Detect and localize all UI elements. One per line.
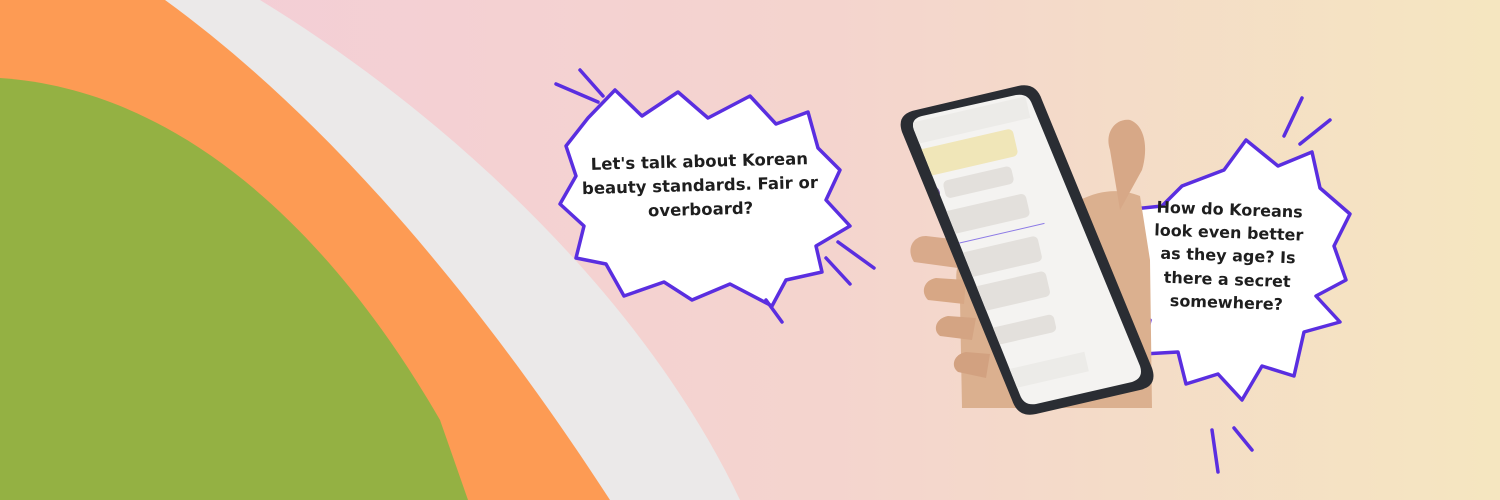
speech-text-right: How do Koreans look even better as they … <box>1153 197 1304 314</box>
speech-text-left: Let's talk about Korean beauty standards… <box>581 149 819 221</box>
